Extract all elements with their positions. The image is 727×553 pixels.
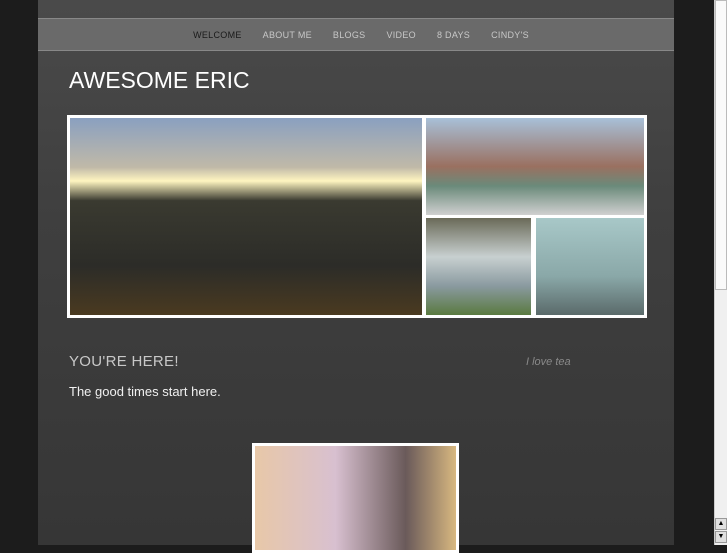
- nav-about-me[interactable]: ABOUT ME: [263, 30, 312, 40]
- section-body: The good times start here.: [69, 384, 221, 399]
- main-nav: WELCOME ABOUT ME BLOGS VIDEO 8 DAYS CIND…: [38, 18, 674, 51]
- vertical-scrollbar[interactable]: ▲ ▼: [714, 0, 727, 545]
- nav-blogs[interactable]: BLOGS: [333, 30, 366, 40]
- portrait-photo: [252, 443, 459, 553]
- city-plaza-photo: [423, 115, 647, 218]
- scroll-down-button[interactable]: ▼: [715, 531, 727, 543]
- scroll-up-button[interactable]: ▲: [715, 518, 727, 530]
- sunset-road-photo: [67, 115, 425, 318]
- page-container: WELCOME ABOUT ME BLOGS VIDEO 8 DAYS CIND…: [38, 0, 674, 553]
- nav-video[interactable]: VIDEO: [386, 30, 416, 40]
- site-title: AWESOME ERIC: [69, 67, 250, 93]
- nav-8-days[interactable]: 8 DAYS: [437, 30, 470, 40]
- river-rapids-photo: [423, 215, 534, 318]
- nav-cindys[interactable]: CINDY'S: [491, 30, 529, 40]
- section-heading: YOU'RE HERE!: [69, 353, 179, 370]
- scrollbar-thumb[interactable]: [715, 0, 727, 290]
- nav-welcome[interactable]: WELCOME: [193, 30, 242, 40]
- aside-text: I love tea: [526, 356, 571, 368]
- golden-gate-fog-photo: [533, 215, 647, 318]
